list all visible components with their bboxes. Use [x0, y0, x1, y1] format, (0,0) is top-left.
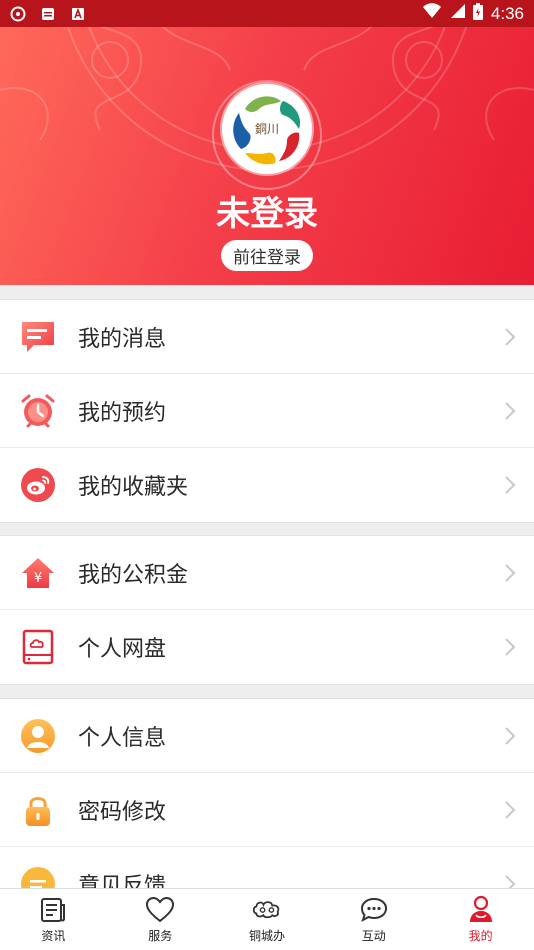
alarm-clock-icon	[20, 393, 56, 429]
chevron-right-icon	[505, 800, 516, 819]
tab-interaction[interactable]: 互动	[320, 889, 427, 950]
chevron-right-icon	[505, 476, 516, 494]
menu-label: 我的预约	[78, 400, 167, 426]
weibo-icon	[20, 467, 56, 503]
heart-icon	[145, 895, 175, 925]
menu-item-change-password[interactable]: 密码修改	[0, 773, 534, 847]
svg-text:¥: ¥	[34, 571, 42, 586]
app-notification-icon	[10, 6, 26, 22]
message-icon	[20, 319, 56, 355]
go-login-button[interactable]: 前往登录	[221, 240, 313, 271]
tab-mine[interactable]: 我的	[427, 889, 534, 950]
user-icon	[20, 718, 56, 754]
tab-label: 资讯	[41, 929, 66, 943]
avatar[interactable]: 銅川	[222, 84, 312, 174]
chat-icon	[359, 895, 389, 925]
menu-label: 我的公积金	[78, 562, 189, 588]
status-bar: 4:36	[0, 0, 534, 27]
menu-group-personal: 我的消息 我的预约 我的收藏夹	[0, 299, 534, 523]
bottom-tab-bar: 资讯 服务 铜城办 互动 我的	[0, 888, 534, 950]
tab-label: 服务	[148, 929, 173, 943]
profile-header: 銅川 未登录 前往登录	[0, 0, 534, 285]
tab-services[interactable]: 服务	[107, 889, 214, 950]
cloud-icon	[252, 895, 282, 925]
logo-text: 銅川	[255, 122, 279, 136]
cloud-disk-icon	[20, 629, 56, 665]
login-status-title: 未登录	[216, 194, 318, 234]
clock-time: 4:36	[490, 3, 524, 23]
menu-item-personal-info[interactable]: 个人信息	[0, 699, 534, 773]
battery-icon	[472, 2, 483, 25]
lock-icon	[20, 792, 56, 828]
menu-label: 密码修改	[78, 799, 167, 825]
chevron-right-icon	[505, 327, 516, 346]
menu-item-my-messages[interactable]: 我的消息	[0, 300, 534, 374]
a-notification-icon	[70, 6, 86, 22]
menu-label: 我的消息	[78, 326, 167, 352]
tab-label: 互动	[361, 929, 386, 943]
tab-label: 我的	[468, 929, 493, 943]
tab-news[interactable]: 资讯	[0, 889, 107, 950]
menu-group-services: ¥ 我的公积金 个人网盘	[0, 535, 534, 685]
signal-icon	[449, 3, 465, 24]
tab-tongcheng-office[interactable]: 铜城办	[214, 889, 321, 950]
news-icon	[38, 895, 68, 925]
chevron-right-icon	[505, 401, 516, 420]
wifi-icon	[422, 3, 441, 24]
menu-item-personal-disk[interactable]: 个人网盘	[0, 610, 534, 684]
menu-label: 个人信息	[78, 725, 167, 751]
menu-item-my-appointments[interactable]: 我的预约	[0, 374, 534, 448]
tongchuan-logo-icon: 銅川	[233, 96, 301, 165]
tab-label: 铜城办	[248, 929, 285, 943]
house-yuan-icon: ¥	[20, 555, 56, 591]
chevron-right-icon	[505, 638, 516, 656]
message-notification-icon	[40, 6, 56, 22]
menu-label: 个人网盘	[78, 637, 167, 662]
chevron-right-icon	[505, 563, 516, 582]
menu-item-my-housing-fund[interactable]: ¥ 我的公积金	[0, 536, 534, 610]
menu-label: 我的收藏夹	[78, 475, 189, 500]
menu-item-my-favorites[interactable]: 我的收藏夹	[0, 448, 534, 522]
profile-icon	[466, 895, 496, 925]
chevron-right-icon	[505, 726, 516, 745]
